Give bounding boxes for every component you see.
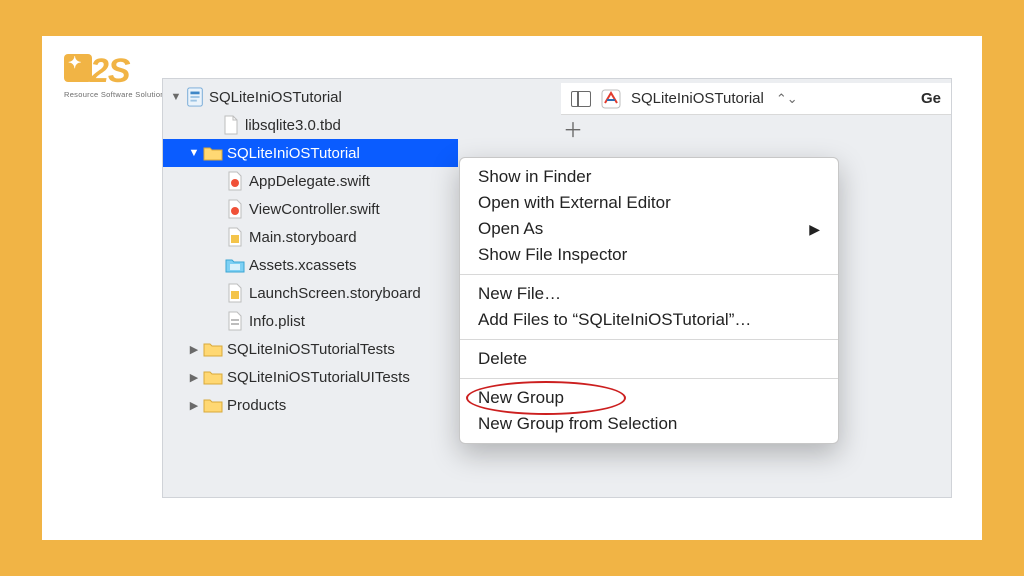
- folder-icon: [203, 143, 223, 163]
- nav-label: SQLiteIniOSTutorial: [227, 145, 360, 162]
- nav-file-launchscreen[interactable]: LaunchScreen.storyboard: [163, 279, 458, 307]
- nav-label: AppDelegate.swift: [249, 173, 370, 190]
- menu-open-external[interactable]: Open with External Editor: [460, 190, 838, 216]
- menu-show-in-finder[interactable]: Show in Finder: [460, 164, 838, 190]
- nav-file-mainstoryboard[interactable]: Main.storyboard: [163, 223, 458, 251]
- nav-label: SQLiteIniOSTutorialUITests: [227, 369, 410, 386]
- assets-folder-icon: [225, 255, 245, 275]
- xcode-app-icon: [601, 89, 621, 109]
- nav-label: Main.storyboard: [249, 229, 357, 246]
- nav-label: SQLiteIniOSTutorial: [209, 89, 342, 106]
- disclosure-icon[interactable]: ▶: [187, 343, 201, 356]
- menu-new-file[interactable]: New File…: [460, 281, 838, 307]
- nav-file-infoplist[interactable]: Info.plist: [163, 307, 458, 335]
- storyboard-file-icon: [225, 283, 245, 303]
- nav-label: Products: [227, 397, 286, 414]
- menu-open-as[interactable]: Open As ▶: [460, 216, 838, 242]
- nav-label: LaunchScreen.storyboard: [249, 285, 421, 302]
- swift-file-icon: [225, 199, 245, 219]
- logo-letters: 2S: [90, 52, 130, 90]
- nav-folder-selected[interactable]: ▼ SQLiteIniOSTutorial: [163, 139, 458, 167]
- swift-file-icon: [225, 171, 245, 191]
- menu-separator: [460, 274, 838, 275]
- folder-icon: [203, 395, 223, 415]
- project-navigator[interactable]: ▼ SQLiteIniOSTutorial libsqlite3.0.tbd ▼: [163, 83, 458, 419]
- outer-frame: 2S Resource Software Solution ▼ SQLiteIn…: [0, 0, 1024, 576]
- logo-icon: [64, 54, 92, 82]
- menu-add-files[interactable]: Add Files to “SQLiteIniOSTutorial”…: [460, 307, 838, 333]
- nav-label: ViewController.swift: [249, 201, 380, 218]
- document-icon: [221, 115, 241, 135]
- menu-new-group-selection[interactable]: New Group from Selection: [460, 411, 838, 437]
- disclosure-icon[interactable]: ▼: [169, 91, 183, 103]
- add-tab-icon[interactable]: ＋: [561, 119, 585, 143]
- xcode-window: ▼ SQLiteIniOSTutorial libsqlite3.0.tbd ▼: [162, 78, 952, 498]
- menu-label: Add Files to “SQLiteIniOSTutorial”…: [478, 310, 751, 330]
- menu-label: New Group: [478, 388, 564, 408]
- disclosure-icon[interactable]: ▶: [187, 371, 201, 384]
- nav-file-assets[interactable]: Assets.xcassets: [163, 251, 458, 279]
- nav-folder-products[interactable]: ▶ Products: [163, 391, 458, 419]
- nav-label: Assets.xcassets: [249, 257, 357, 274]
- nav-label: libsqlite3.0.tbd: [245, 117, 341, 134]
- menu-new-group[interactable]: New Group: [460, 385, 838, 411]
- menu-label: Open As: [478, 219, 543, 239]
- jump-bar-tail: Ge: [921, 90, 941, 107]
- disclosure-icon[interactable]: ▼: [187, 147, 201, 159]
- editor-jump-bar[interactable]: SQLiteIniOSTutorial ⌃⌄ Ge: [561, 83, 951, 115]
- context-menu[interactable]: Show in Finder Open with External Editor…: [459, 157, 839, 444]
- nav-file-lib[interactable]: libsqlite3.0.tbd: [163, 111, 458, 139]
- menu-separator: [460, 339, 838, 340]
- plist-file-icon: [225, 311, 245, 331]
- nav-file-viewcontroller[interactable]: ViewController.swift: [163, 195, 458, 223]
- nav-file-appdelegate[interactable]: AppDelegate.swift: [163, 167, 458, 195]
- panel-toggle-icon[interactable]: [571, 91, 591, 107]
- xcode-project-icon: [185, 87, 205, 107]
- menu-label: Delete: [478, 349, 527, 369]
- nav-project-root[interactable]: ▼ SQLiteIniOSTutorial: [163, 83, 458, 111]
- logo-text: 2S: [64, 54, 130, 88]
- folder-icon: [203, 367, 223, 387]
- menu-show-inspector[interactable]: Show File Inspector: [460, 242, 838, 268]
- nav-folder-tests[interactable]: ▶ SQLiteIniOSTutorialTests: [163, 335, 458, 363]
- nav-label: SQLiteIniOSTutorialTests: [227, 341, 395, 358]
- folder-icon: [203, 339, 223, 359]
- menu-delete[interactable]: Delete: [460, 346, 838, 372]
- card: 2S Resource Software Solution ▼ SQLiteIn…: [42, 36, 982, 540]
- menu-label: Show File Inspector: [478, 245, 627, 265]
- menu-separator: [460, 378, 838, 379]
- storyboard-file-icon: [225, 227, 245, 247]
- logo: 2S Resource Software Solution: [64, 54, 165, 99]
- nav-folder-uitests[interactable]: ▶ SQLiteIniOSTutorialUITests: [163, 363, 458, 391]
- menu-label: Open with External Editor: [478, 193, 671, 213]
- disclosure-icon[interactable]: ▶: [187, 399, 201, 412]
- nav-label: Info.plist: [249, 313, 305, 330]
- submenu-arrow-icon: ▶: [809, 221, 820, 238]
- stepper-icon[interactable]: ⌃⌄: [776, 91, 798, 107]
- menu-label: New Group from Selection: [478, 414, 677, 434]
- jump-bar-path[interactable]: SQLiteIniOSTutorial: [631, 90, 764, 107]
- menu-label: New File…: [478, 284, 561, 304]
- menu-label: Show in Finder: [478, 167, 591, 187]
- logo-tagline: Resource Software Solution: [64, 90, 165, 99]
